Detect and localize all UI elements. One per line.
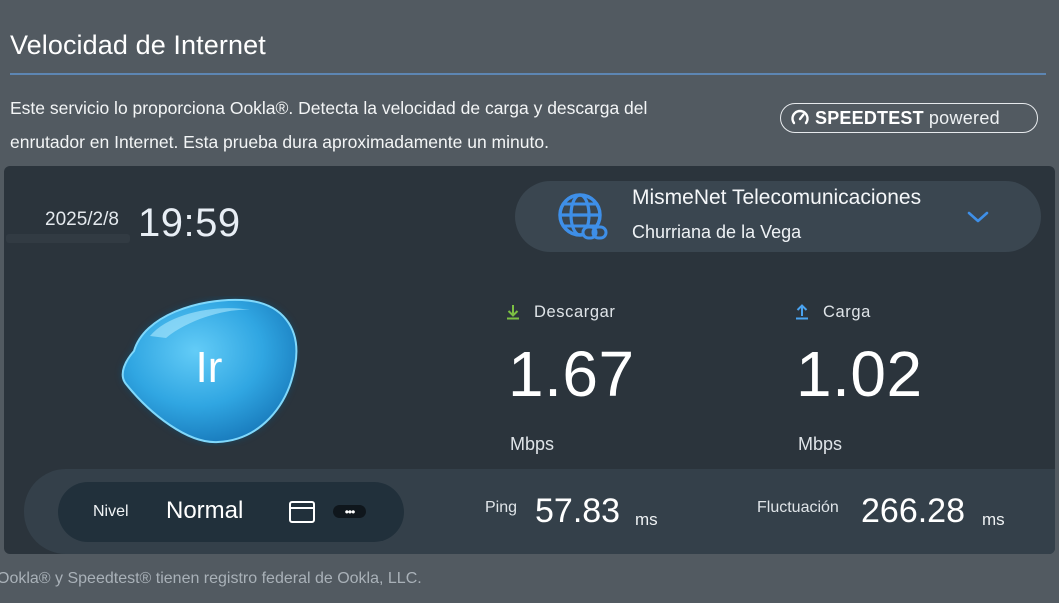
test-date: 2025/2/8 — [45, 209, 119, 230]
page-description: Este servicio lo proporciona Ookla®. Det… — [10, 91, 750, 159]
level-value: Normal — [166, 497, 244, 524]
page-title: Velocidad de Internet — [10, 30, 266, 60]
badge-powered-text: powered — [928, 107, 1000, 128]
download-value: 1.67 — [508, 338, 635, 410]
globe-link-icon — [558, 193, 608, 240]
jitter-label: Fluctuación — [757, 499, 839, 516]
server-location: Churriana de la Vega — [632, 222, 802, 242]
jitter-value: 266.28 — [861, 492, 965, 530]
description-line-2: enrutador en Internet. Esta prueba dura … — [10, 132, 549, 152]
upload-label: Carga — [823, 303, 871, 321]
download-arrow-icon — [507, 305, 519, 320]
ping-unit: ms — [635, 510, 658, 529]
download-unit: Mbps — [510, 434, 555, 454]
badge-speedtest-text: SPEEDTEST — [815, 107, 924, 128]
level-label: Nivel — [93, 503, 129, 520]
jitter-unit: ms — [982, 510, 1005, 529]
upload-arrow-icon — [796, 304, 808, 320]
speedtest-powered-badge: SPEEDTEST powered — [780, 103, 1038, 133]
window-icon[interactable] — [288, 500, 316, 524]
ping-label: Ping — [485, 499, 518, 516]
date-shade — [6, 234, 130, 243]
isp-name: MismeNet Telecomunicaciones — [632, 186, 922, 209]
trademark-footer: Ookla® y Speedtest® tienen registro fede… — [0, 570, 422, 587]
chevron-down-icon[interactable] — [965, 208, 991, 226]
test-time: 19:59 — [138, 201, 241, 245]
upload-value: 1.02 — [796, 338, 923, 410]
description-line-1: Este servicio lo proporciona Ookla®. Det… — [10, 98, 648, 118]
title-divider — [10, 73, 1046, 75]
ping-value: 57.83 — [535, 492, 621, 530]
go-button-label: Ir — [195, 343, 223, 392]
download-label: Descargar — [534, 303, 616, 321]
speedtest-gauge-icon — [791, 109, 809, 125]
go-button[interactable]: Ir — [110, 296, 300, 446]
upload-unit: Mbps — [798, 434, 843, 454]
more-options-button[interactable]: ••• — [333, 505, 366, 518]
